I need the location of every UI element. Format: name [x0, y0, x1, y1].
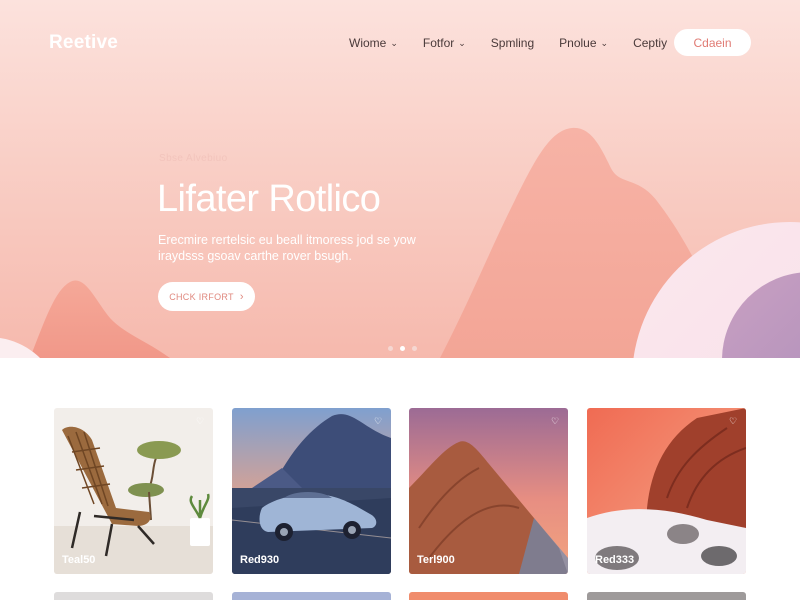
nav-item-3[interactable]: Spmling: [491, 36, 534, 50]
nav-item-label: Ceptiy: [633, 36, 668, 50]
hero-banner: Reetive Wiome ⌄ Fotfor ⌄ Spmling Pnolue …: [0, 0, 800, 358]
product-card-3[interactable]: ♡ Terl900: [409, 408, 568, 574]
chevron-down-icon: ⌄: [390, 37, 398, 48]
product-card-4[interactable]: ♡ Red333: [587, 408, 746, 574]
carousel-dot[interactable]: [412, 346, 417, 351]
red-rock-image: [587, 408, 746, 574]
nav-item-label: Fotfor: [422, 36, 455, 50]
nav-item-4[interactable]: Pnolue ⌄: [559, 36, 608, 50]
chevron-down-icon: ⌄: [600, 37, 609, 48]
card-price: Terl900: [417, 554, 455, 566]
carousel-dots: [388, 346, 417, 351]
heart-icon[interactable]: ♡: [728, 416, 738, 426]
chevron-right-icon: ›: [239, 290, 244, 303]
hero-subtext: Erecmire rertelsic eu beall itmoress jod…: [158, 233, 416, 263]
product-card-6-partial[interactable]: [232, 592, 391, 600]
card-price: Teal50: [62, 554, 96, 566]
nav-item-5[interactable]: Ceptiy: [633, 36, 667, 50]
car-mountain-image: [232, 408, 391, 574]
product-card-5-partial[interactable]: [54, 592, 213, 600]
product-card-1[interactable]: ♡ Teal50: [54, 408, 213, 574]
heart-icon[interactable]: ♡: [195, 416, 205, 426]
card-price: Red930: [240, 554, 280, 566]
heart-icon[interactable]: ♡: [550, 416, 560, 426]
heart-icon[interactable]: ♡: [373, 416, 383, 426]
carousel-dot[interactable]: [388, 346, 393, 351]
cta-label: CHCK IRFORT: [169, 291, 234, 302]
nav-item-2[interactable]: Fotfor ⌄: [423, 36, 466, 50]
hero-headline: Lifater Rotlico: [157, 178, 381, 220]
nav-item-label: Pnolue: [559, 36, 597, 50]
nav-item-label: Spmling: [490, 36, 535, 50]
product-card-7-partial[interactable]: [409, 592, 568, 600]
card-price: Red333: [595, 554, 635, 566]
main-nav: Wiome ⌄ Fotfor ⌄ Spmling Pnolue ⌄ Ceptiy: [349, 36, 692, 50]
brand-logo[interactable]: Reetive: [49, 32, 118, 54]
product-card-8-partial[interactable]: [587, 592, 746, 600]
carousel-dot-active[interactable]: [400, 346, 405, 351]
nav-item-label: Wiome: [349, 36, 387, 50]
nav-item-1[interactable]: Wiome ⌄: [349, 36, 398, 50]
chevron-down-icon: ⌄: [458, 37, 466, 48]
product-card-2[interactable]: ♡ Red930: [232, 408, 391, 574]
red-mountain-image: [409, 408, 568, 574]
hero-cta-button[interactable]: CHCK IRFORT ›: [158, 282, 255, 311]
login-button[interactable]: Cdaein: [674, 29, 751, 56]
chair-bonsai-image: [54, 408, 213, 574]
hero-eyebrow: Sbse Alvebiuo: [159, 153, 228, 164]
